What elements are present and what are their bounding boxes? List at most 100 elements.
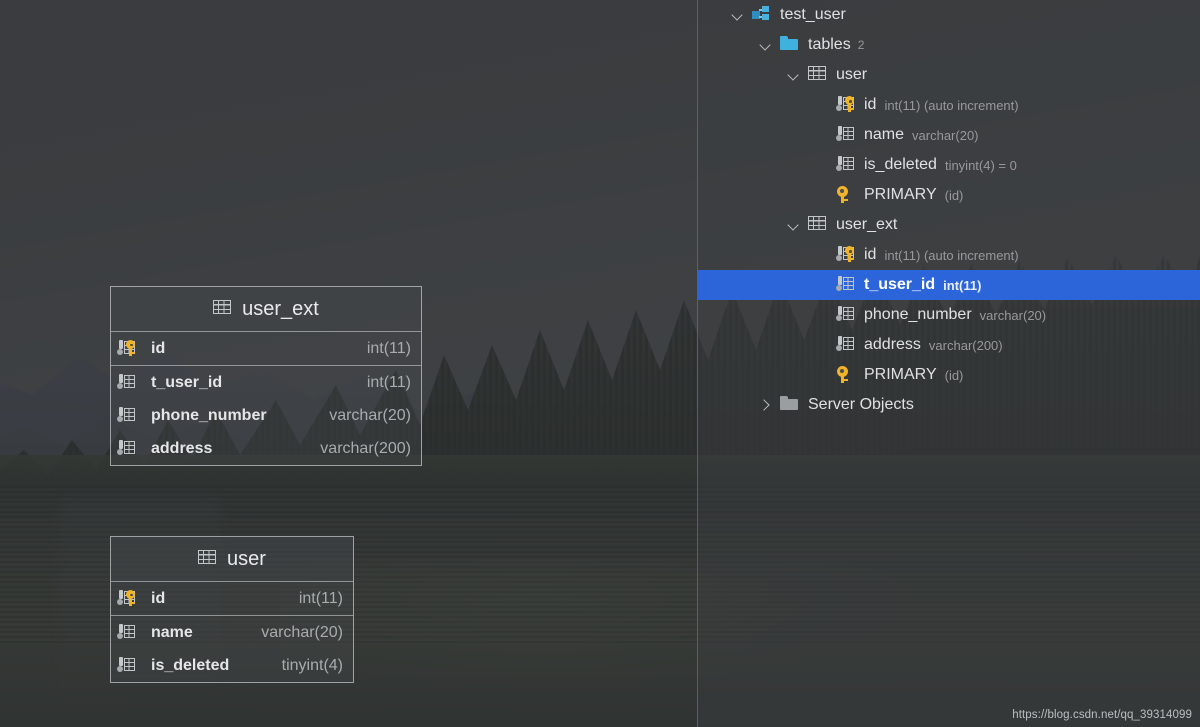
column-pk-icon <box>117 589 137 608</box>
diagram-entity-header[interactable]: user_ext <box>111 287 421 332</box>
tree-row-label: Server Objects <box>808 396 914 413</box>
tree-row-type: varchar(200) <box>928 337 1003 353</box>
tree-row-label: PRIMARY <box>864 366 937 383</box>
twisty-placeholder <box>814 307 830 323</box>
twisty-placeholder <box>814 277 830 293</box>
chevron-down-icon[interactable] <box>758 37 774 53</box>
column-icon <box>836 276 856 294</box>
diagram-column-row[interactable]: id int(11) <box>111 332 421 365</box>
tree-row-type: (id) <box>944 367 964 383</box>
diagram-column-name: phone_number <box>151 406 267 424</box>
tree-row-label: PRIMARY <box>864 186 937 203</box>
application-window: user_ext id int(11) t_user_id int(11) phone_n… <box>0 0 1200 727</box>
diagram-column-row[interactable]: id int(11) <box>111 582 353 615</box>
twisty-placeholder <box>814 127 830 143</box>
diagram-column-name: id <box>151 589 166 607</box>
diagram-column-type: int(11) <box>298 589 343 607</box>
twisty-placeholder <box>814 337 830 353</box>
tree-row-type: varchar(20) <box>912 127 979 143</box>
diagram-column-name: t_user_id <box>151 373 223 391</box>
folder-icon <box>780 36 800 54</box>
tree-row-label: address <box>864 336 921 353</box>
tree-row-label: test_user <box>780 6 846 23</box>
column-icon <box>117 373 137 392</box>
tree-row-address[interactable]: address varchar(200) <box>698 330 1200 360</box>
chevron-down-icon[interactable] <box>730 7 746 23</box>
diagram-column-type: int(11) <box>366 339 411 357</box>
diagram-column-row[interactable]: phone_number varchar(20) <box>111 399 421 432</box>
tree-row-type: tinyint(4) = 0 <box>944 157 1017 173</box>
table-icon <box>213 300 233 318</box>
column-icon <box>117 439 137 458</box>
schema-icon <box>752 6 772 24</box>
tree-row-is-deleted[interactable]: is_deleted tinyint(4) = 0 <box>698 150 1200 180</box>
tree-row-name[interactable]: name varchar(20) <box>698 120 1200 150</box>
diagram-column-row[interactable]: name varchar(20) <box>111 616 353 649</box>
column-pk-icon <box>117 339 137 358</box>
table-icon <box>198 550 218 568</box>
tree-row-label: id <box>864 246 877 263</box>
tree-row-label: name <box>864 126 905 143</box>
column-icon <box>117 406 137 425</box>
diagram-entity-header[interactable]: user <box>111 537 353 582</box>
tree-row-user-ext[interactable]: user_ext <box>698 210 1200 240</box>
tree-row-user[interactable]: user <box>698 60 1200 90</box>
twisty-placeholder <box>814 367 830 383</box>
diagram-entity-user[interactable]: user id int(11) name varchar(20) is_deleted ti… <box>110 536 354 683</box>
database-explorer-panel[interactable]: test_usertables 2 user id int(11) (auto incr… <box>697 0 1200 727</box>
column-pk-icon <box>836 96 856 114</box>
diagram-column-type: varchar(20) <box>329 406 411 424</box>
chevron-down-icon[interactable] <box>786 67 802 83</box>
diagram-column-name: address <box>151 439 213 457</box>
tree-row-type: varchar(20) <box>979 307 1047 323</box>
diagram-column-type: tinyint(4) <box>281 656 343 674</box>
column-icon <box>117 623 137 642</box>
twisty-placeholder <box>814 157 830 173</box>
tree-row-tables[interactable]: tables 2 <box>698 30 1200 60</box>
diagram-column-name: is_deleted <box>151 656 230 674</box>
tree-row-phone-number[interactable]: phone_number varchar(20) <box>698 300 1200 330</box>
column-icon <box>836 306 856 324</box>
tree-row-count: 2 <box>857 38 865 52</box>
twisty-placeholder <box>814 247 830 263</box>
tree-row-label: user_ext <box>836 216 898 233</box>
tree-row-type: int(11) (auto increment) <box>884 97 1019 113</box>
tree-row-label: id <box>864 96 877 113</box>
tree-row-label: t_user_id <box>864 276 936 293</box>
diagram-column-type: int(11) <box>366 373 411 391</box>
tree-row-label: is_deleted <box>864 156 937 173</box>
folder-gray-icon <box>780 396 800 414</box>
key-icon <box>836 366 856 384</box>
tree-row-t-user-id[interactable]: t_user_id int(11) <box>698 270 1200 300</box>
diagram-column-name: id <box>151 339 166 357</box>
chevron-right-icon[interactable] <box>758 397 774 413</box>
chevron-down-icon[interactable] <box>786 217 802 233</box>
diagram-entity-user_ext[interactable]: user_extid int(11) t_user_id int(11) phone_n… <box>110 286 422 466</box>
tree-row-id[interactable]: id int(11) (auto increment) <box>698 90 1200 120</box>
table-icon <box>808 216 828 234</box>
diagram-column-row[interactable]: address varchar(200) <box>111 432 421 465</box>
column-icon <box>836 126 856 144</box>
watermark-url: https://blog.csdn.net/qq_39314099 <box>1012 709 1192 721</box>
tree-row-server-objects[interactable]: Server Objects <box>698 390 1200 420</box>
twisty-placeholder <box>814 97 830 113</box>
key-icon <box>836 186 856 204</box>
tree-row-primary[interactable]: PRIMARY (id) <box>698 360 1200 390</box>
tree-row-label: phone_number <box>864 306 972 323</box>
tree-row-type: (id) <box>944 187 964 203</box>
diagram-column-row[interactable]: t_user_id int(11) <box>111 366 421 399</box>
tree-row-label: user <box>836 66 868 83</box>
tree-row-type: int(11) (auto increment) <box>884 247 1019 263</box>
diagram-column-row[interactable]: is_deleted tinyint(4) <box>111 649 353 682</box>
diagram-entity-title: user <box>227 547 266 570</box>
tree-row-primary[interactable]: PRIMARY (id) <box>698 180 1200 210</box>
tree-row-type: int(11) <box>943 277 982 293</box>
column-icon <box>836 336 856 354</box>
tree-row-test-user[interactable]: test_user <box>698 0 1200 30</box>
diagram-column-type: varchar(20) <box>261 623 343 641</box>
database-tree[interactable]: test_usertables 2 user id int(11) (auto incr… <box>698 0 1200 420</box>
tree-row-label: tables <box>808 36 851 53</box>
tree-row-id[interactable]: id int(11) (auto increment) <box>698 240 1200 270</box>
diagram-entity-title: user_ext <box>242 297 319 320</box>
diagram-column-type: varchar(200) <box>320 439 411 457</box>
